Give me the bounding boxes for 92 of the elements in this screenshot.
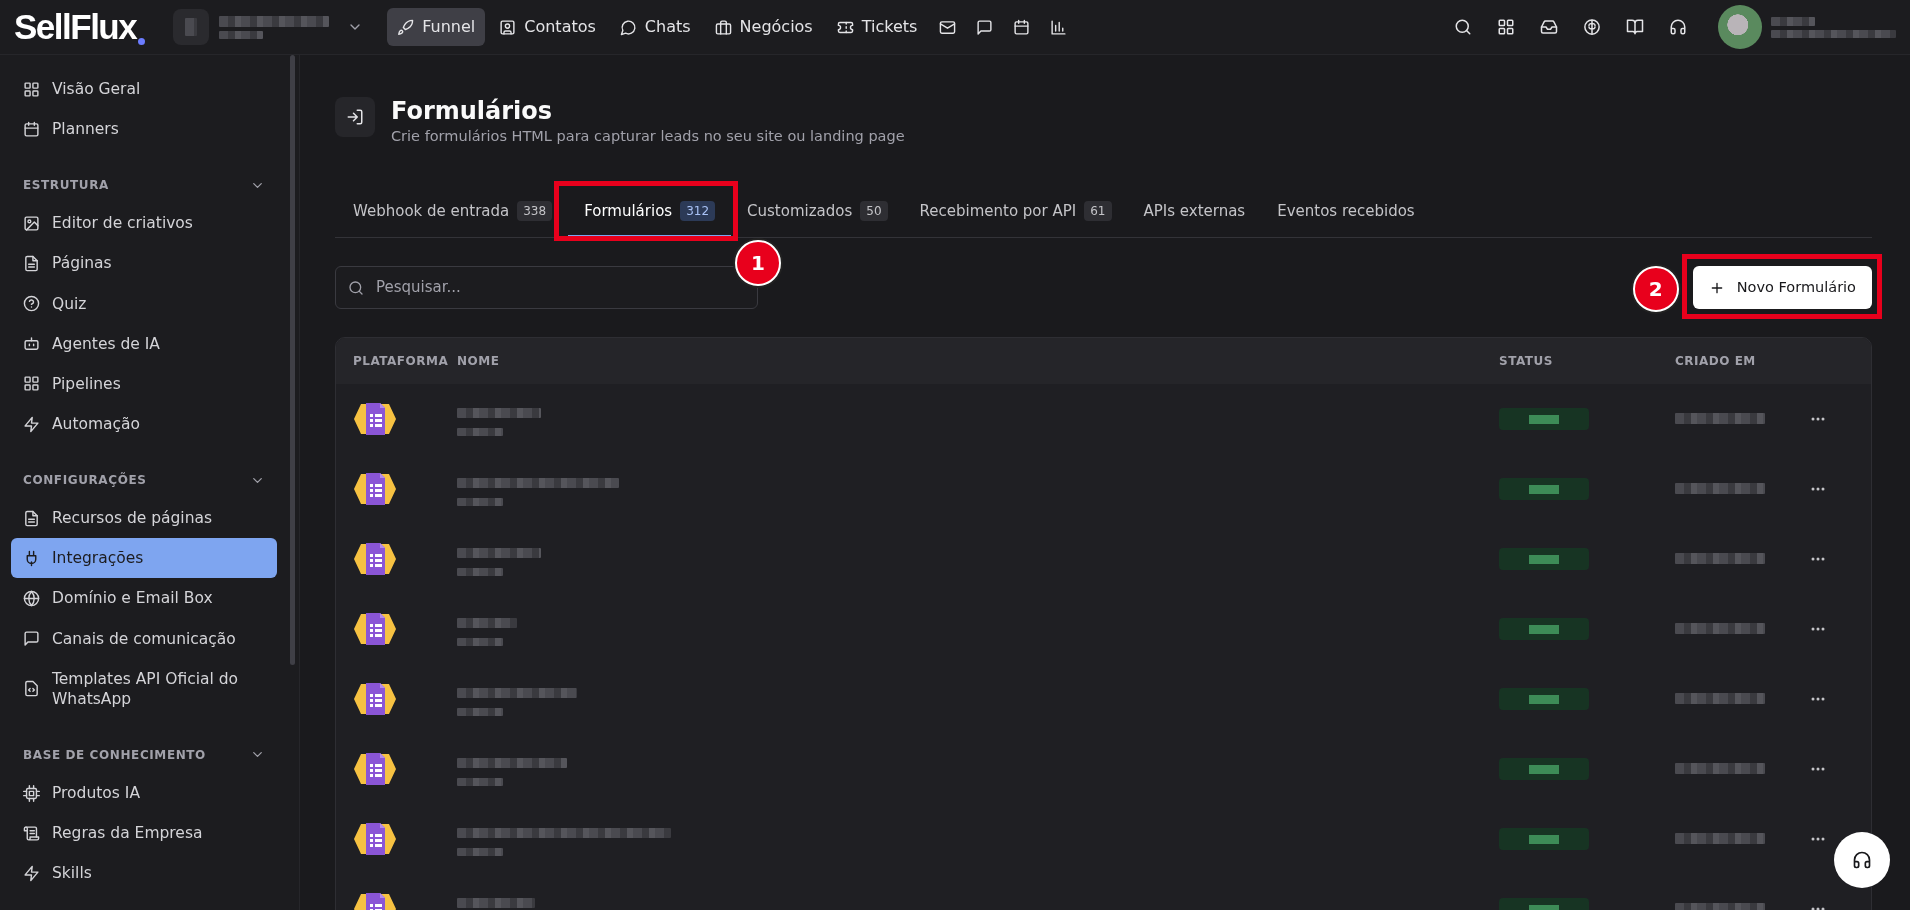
logo-text: SellFlux — [14, 5, 137, 48]
bar-chart-icon[interactable] — [1050, 18, 1068, 36]
section-title: CONFIGURAÇÕES — [23, 471, 147, 490]
nav-tab[interactable]: Chats — [609, 8, 701, 46]
grid-icon — [23, 375, 40, 393]
more-icon[interactable] — [1811, 907, 1825, 910]
tab[interactable]: Formulários 312 — [568, 187, 732, 238]
calendar-icon — [23, 120, 40, 138]
forms-icon — [353, 612, 397, 647]
search-icon[interactable] — [1454, 18, 1472, 36]
document-icon — [23, 255, 40, 272]
step-marker: 1 — [735, 240, 782, 287]
sidebar-item[interactable]: Páginas — [11, 243, 277, 284]
document-icon — [23, 509, 40, 527]
sidebar-item[interactable]: Produtos IA — [11, 772, 277, 814]
sidebar-item[interactable]: Automação — [11, 404, 277, 445]
more-icon[interactable] — [1811, 697, 1825, 702]
sidebar-item[interactable]: Integrações — [11, 538, 277, 579]
lightning-icon — [23, 864, 40, 882]
search-icon — [348, 279, 364, 296]
more-icon[interactable] — [1811, 627, 1825, 632]
sidebar-item[interactable]: Agentes de IA — [11, 323, 277, 364]
column-header: NOME — [457, 353, 501, 371]
sidebar-item[interactable]: Quiz — [11, 283, 277, 324]
globe-icon — [23, 589, 40, 607]
sidebar-item[interactable]: Domínio e Email Box — [11, 578, 277, 619]
book-icon[interactable] — [1626, 18, 1644, 36]
robot-icon — [23, 335, 40, 353]
chat-icon — [619, 18, 637, 36]
inbox-icon[interactable] — [1540, 18, 1558, 36]
lightning-icon — [23, 415, 40, 433]
forms-icon — [353, 472, 397, 507]
contact-icon — [499, 18, 517, 36]
image-icon — [23, 214, 40, 232]
forms-icon — [353, 402, 397, 437]
nav-tab[interactable]: Tickets — [826, 8, 928, 46]
apps-icon[interactable] — [1497, 18, 1515, 36]
section-title: ESTRUTURA — [23, 177, 109, 195]
count-badge: 338 — [517, 200, 553, 221]
message-icon — [23, 630, 40, 648]
logo-dot — [138, 38, 146, 46]
column-header: PLATAFORMA — [353, 353, 450, 371]
tab[interactable]: Eventos recebidos — [1261, 187, 1431, 238]
sidebar-item[interactable]: Skills — [11, 853, 277, 894]
more-icon[interactable] — [1811, 837, 1825, 842]
more-icon[interactable] — [1811, 487, 1825, 492]
count-badge: 61 — [1084, 200, 1112, 221]
forms-icon — [353, 752, 397, 787]
tab[interactable]: Recebimento por API 61 — [903, 187, 1128, 238]
sidebar-item[interactable]: Recursos de páginas — [11, 498, 277, 539]
more-icon[interactable] — [1811, 767, 1825, 772]
count-badge: 312 — [680, 200, 716, 221]
tab[interactable]: Webhook de entrada 338 — [337, 187, 569, 238]
headset-icon — [1852, 850, 1872, 870]
nav-tab[interactable]: Contatos — [489, 8, 606, 46]
grid-icon — [23, 80, 40, 98]
more-icon[interactable] — [1811, 557, 1825, 562]
column-header: CRIADO EM — [1675, 353, 1757, 371]
mail-icon[interactable] — [939, 18, 957, 36]
nav-tab[interactable]: Funnel — [387, 8, 486, 46]
sidebar-item[interactable]: Canais de comunicação — [11, 618, 277, 659]
section-title: BASE DE CONHECIMENTO — [23, 746, 206, 764]
help-icon — [23, 295, 40, 313]
avatar[interactable] — [1718, 5, 1762, 49]
calendar-icon[interactable] — [1013, 18, 1031, 36]
column-header: STATUS — [1499, 353, 1554, 371]
scroll-icon — [23, 824, 40, 842]
tab[interactable]: APIs externas — [1127, 187, 1262, 238]
code-file-icon — [23, 680, 40, 698]
briefcase-icon — [714, 18, 732, 36]
scrollbar-thumb[interactable] — [290, 55, 295, 665]
forms-icon — [353, 822, 397, 857]
forms-icon — [353, 682, 397, 717]
page-subtitle: Crie formulários HTML para capturar leads no seu site ou landing page — [391, 126, 905, 146]
sign-in-icon — [346, 108, 364, 126]
message-icon[interactable] — [976, 18, 994, 36]
more-icon[interactable] — [1811, 417, 1825, 422]
sidebar-item[interactable]: Templates API Oficial do WhatsApp — [11, 658, 277, 719]
page-title: Formulários — [391, 97, 554, 126]
step-marker: 2 — [1632, 266, 1679, 313]
new-form-button[interactable]: Novo Formulário — [1692, 266, 1872, 310]
sidebar-item[interactable]: Editor de criativos — [11, 203, 277, 244]
chip-icon — [23, 784, 40, 802]
tab[interactable]: Customizados 50 — [731, 187, 904, 238]
sidebar-item[interactable]: Planners — [11, 109, 277, 150]
nav-tab[interactable]: Negócios — [704, 8, 823, 46]
sidebar-item[interactable]: Pipelines — [11, 363, 277, 404]
headset-icon[interactable] — [1669, 18, 1687, 36]
sidebar-item[interactable]: Regras da Empresa — [11, 813, 277, 854]
count-badge: 50 — [860, 200, 888, 221]
sidebar-item[interactable]: Visão Geral — [11, 69, 277, 110]
forms-icon — [353, 542, 397, 577]
